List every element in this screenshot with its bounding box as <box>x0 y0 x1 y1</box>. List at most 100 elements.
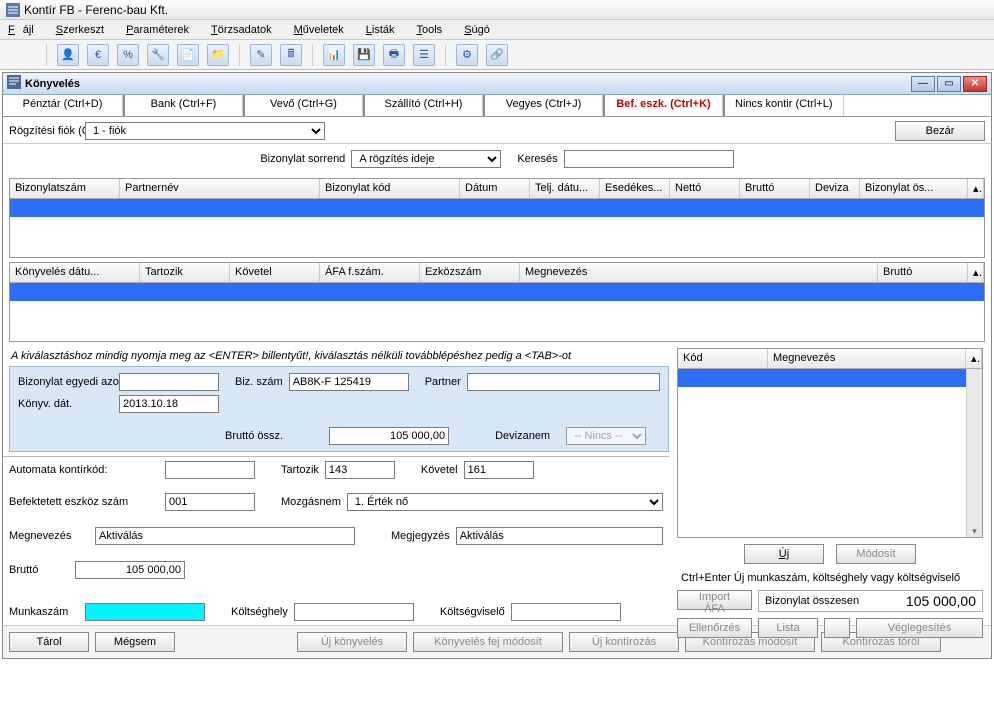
uj-kontirozas-button[interactable]: Új kontírozás <box>569 632 679 652</box>
col-telj-datum[interactable]: Telj. dátu... <box>530 179 600 198</box>
col-kod[interactable]: Kód <box>678 349 768 368</box>
ellenorzes-button[interactable]: Ellenőrzés <box>677 618 752 638</box>
menu-listak[interactable]: Listák <box>362 22 399 38</box>
tartozik-label: Tartozik <box>281 464 319 476</box>
uj-konyveles-button[interactable]: Új könyvelés <box>297 632 407 652</box>
import-afa-button[interactable]: Import ÁFA <box>677 590 752 610</box>
toolbar-wrench-icon[interactable]: 🔧 <box>147 44 169 66</box>
azonosito-input[interactable] <box>119 373 219 391</box>
biz-szam-input[interactable] <box>289 373 409 391</box>
toolbar-edit-icon[interactable]: ✎ <box>250 44 272 66</box>
toolbar-save-icon[interactable]: 💾 <box>353 44 375 66</box>
tab-vevo[interactable]: Vevő (Ctrl+G) <box>243 95 363 116</box>
toolbar-list-icon[interactable]: ☰ <box>413 44 435 66</box>
col-tartozik[interactable]: Tartozik <box>140 263 230 282</box>
megjegyzes-input[interactable] <box>456 527 663 545</box>
toolbar-chart-icon[interactable]: 📊 <box>323 44 345 66</box>
munkaszam-input[interactable] <box>85 603 205 621</box>
toolbar-folder-icon[interactable]: 📁 <box>207 44 229 66</box>
koltseghely-input[interactable] <box>294 603 414 621</box>
code-grid-selected-row[interactable] <box>678 369 982 387</box>
tab-bef-eszk[interactable]: Bef. eszk. (Ctrl+K) <box>603 95 723 116</box>
lista-button[interactable]: Lista <box>758 618 818 638</box>
col-megnevezes[interactable]: Megnevezés <box>520 263 878 282</box>
konyveles-fej-modosit-button[interactable]: Könyvelés fej módosít <box>413 632 563 652</box>
col-bizonylatszam[interactable]: Bizonylatszám <box>10 179 120 198</box>
code-grid[interactable]: Kód Megnevezés ▴ ▾ <box>677 348 983 538</box>
mozgasnem-select[interactable]: 1. Érték nő <box>347 493 663 511</box>
devizanem-select[interactable]: -- Nincs -- <box>566 427 646 445</box>
toolbar-gear-icon[interactable]: ⚙ <box>456 44 478 66</box>
automata-kontirkod-input[interactable] <box>165 461 255 479</box>
grid1-scroll-up-icon[interactable]: ▴ <box>968 179 984 198</box>
modosit-button[interactable]: Módosít <box>836 544 916 564</box>
close-button[interactable]: ✕ <box>963 76 987 92</box>
code-grid-scroll-up-icon[interactable]: ▴ <box>966 349 982 368</box>
posting-grid[interactable]: Könyvelés dátu... Tartozik Követel ÁFA f… <box>9 262 985 342</box>
sorrend-select[interactable]: A rögzítés ideje <box>351 150 501 168</box>
document-grid-selected-row[interactable] <box>10 199 984 217</box>
partner-input[interactable] <box>467 373 660 391</box>
menu-fajl[interactable]: Fájl <box>4 22 38 38</box>
megnevezes-input[interactable] <box>95 527 355 545</box>
col-esedekes[interactable]: Esedékes... <box>600 179 670 198</box>
tarol-button[interactable]: Tárol <box>9 632 89 652</box>
menu-szerkeszt[interactable]: Szerkeszt <box>52 22 108 38</box>
menu-parameterek[interactable]: Paraméterek <box>122 22 193 38</box>
tab-bank[interactable]: Bank (Ctrl+F) <box>123 95 243 116</box>
koltsegviselo-input[interactable] <box>511 603 621 621</box>
col-afa-fszam[interactable]: ÁFA f.szám. <box>320 263 420 282</box>
veglegesites-button[interactable]: Véglegesítés <box>856 618 983 638</box>
megsem-button[interactable]: Mégsem <box>95 632 175 652</box>
tab-szallito[interactable]: Szállító (Ctrl+H) <box>363 95 483 116</box>
toolbar-link-icon[interactable]: 🔗 <box>486 44 508 66</box>
col-netto[interactable]: Nettó <box>670 179 740 198</box>
col-bizonylat-ossz[interactable]: Bizonylat ös... <box>860 179 968 198</box>
posting-grid-selected-row[interactable] <box>10 283 984 301</box>
tab-penztar[interactable]: Pénztár (Ctrl+D) <box>3 95 123 116</box>
menu-tools[interactable]: Tools <box>413 22 447 38</box>
toolbar-calc-icon[interactable]: 🖩 <box>280 44 302 66</box>
konyv-dat-input[interactable] <box>119 395 219 413</box>
toolbar-print-icon[interactable]: 🖶 <box>383 44 405 66</box>
tab-nincs-kontir[interactable]: Nincs kontir (Ctrl+L) <box>723 95 844 116</box>
rogz-fiok-select[interactable]: 1 - fiók <box>85 122 325 140</box>
kereses-input[interactable] <box>564 150 734 168</box>
menu-sugo[interactable]: Súgó <box>460 22 494 38</box>
col-megnevezes-right[interactable]: Megnevezés <box>768 349 966 368</box>
minimize-button[interactable]: — <box>911 76 935 92</box>
filter-row: Bizonylat sorrend A rögzítés ideje Keres… <box>3 143 991 174</box>
kovetel-input[interactable] <box>464 461 534 479</box>
tartozik-input[interactable] <box>325 461 395 479</box>
maximize-button[interactable]: ▭ <box>937 76 961 92</box>
menu-muveletek[interactable]: Műveletek <box>290 22 348 38</box>
col-datum[interactable]: Dátum <box>460 179 530 198</box>
toolbar-doc-icon[interactable]: 📄 <box>177 44 199 66</box>
toolbar-percent-icon[interactable]: % <box>117 44 139 66</box>
code-grid-scrollbar[interactable]: ▾ <box>966 369 982 537</box>
toolbar-euro-icon[interactable]: € <box>87 44 109 66</box>
posting-grid-header: Könyvelés dátu... Tartozik Követel ÁFA f… <box>10 263 984 283</box>
col-deviza[interactable]: Deviza <box>810 179 860 198</box>
brutto-ossz-input[interactable] <box>329 427 449 445</box>
uj-button[interactable]: Új <box>744 544 824 564</box>
grid2-scroll-up-icon[interactable]: ▴ <box>968 263 984 282</box>
col-ezkozszam[interactable]: Ezközszám <box>420 263 520 282</box>
megjegyzes-label: Megjegyzés <box>391 530 450 542</box>
befektetett-eszkoz-input[interactable] <box>165 493 255 511</box>
col-partnernev[interactable]: Partnernév <box>120 179 320 198</box>
bizonylat-osszesen-value: 105 000,00 <box>833 593 976 609</box>
col-brutto2[interactable]: Bruttó <box>878 263 968 282</box>
lista-ext-button[interactable] <box>824 618 850 638</box>
toolbar-user-icon[interactable]: 👤 <box>57 44 79 66</box>
menu-torzsadatok[interactable]: Törzsadatok <box>207 22 276 38</box>
tab-vegyes[interactable]: Vegyes (Ctrl+J) <box>483 95 603 116</box>
document-grid[interactable]: Bizonylatszám Partnernév Bizonylat kód D… <box>9 178 985 258</box>
brutto-input[interactable] <box>75 561 185 579</box>
col-kovetel[interactable]: Követel <box>230 263 320 282</box>
bezar-button[interactable]: Bezár <box>895 121 985 141</box>
kereses-label: Keresés <box>517 153 557 165</box>
col-bizonylat-kod[interactable]: Bizonylat kód <box>320 179 460 198</box>
col-brutto[interactable]: Bruttó <box>740 179 810 198</box>
col-konyveles-datum[interactable]: Könyvelés dátu... <box>10 263 140 282</box>
